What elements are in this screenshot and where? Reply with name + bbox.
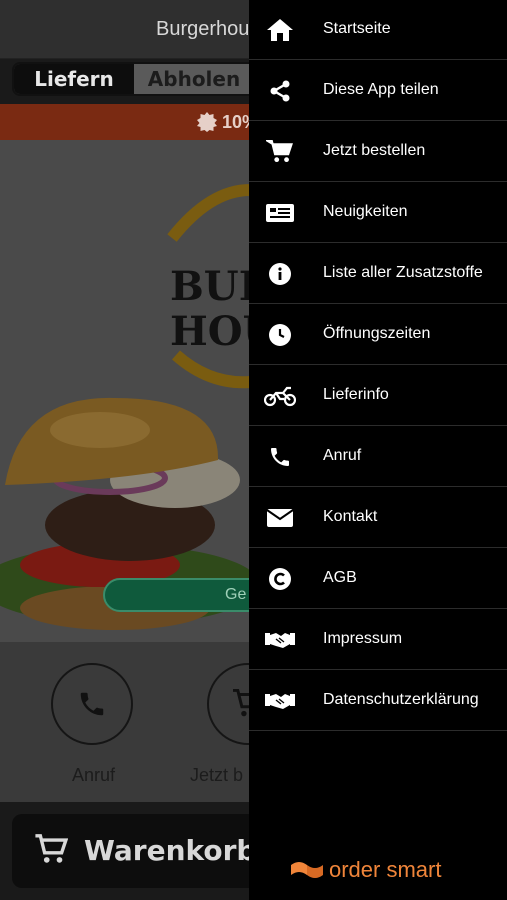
menu-item-label: Diese App teilen [323, 81, 439, 98]
menu-item-imprint[interactable]: Impressum [249, 610, 507, 670]
menu-item-terms[interactable]: AGB [249, 549, 507, 609]
menu-item-label: Lieferinfo [323, 386, 389, 403]
menu-item-delivery-info[interactable]: Lieferinfo [249, 366, 507, 426]
delivery-mode-toggle[interactable]: Liefern Abholen [12, 62, 262, 96]
side-drawer: Startseite Diese App teilen Jetzt bestel… [249, 0, 507, 900]
menu-item-contact[interactable]: Kontakt [249, 488, 507, 548]
menu-item-call[interactable]: Anruf [249, 427, 507, 487]
menu-item-label: Anruf [323, 447, 362, 464]
brand-text: order smart [329, 857, 442, 882]
call-quick-label: Anruf [72, 765, 116, 785]
menu-item-label: Liste aller Zusatzstoffe [323, 264, 483, 281]
phone-icon [263, 442, 297, 472]
menu-item-label: Datenschutzerklärung [323, 691, 479, 708]
menu-item-privacy[interactable]: Datenschutzerklärung [249, 671, 507, 731]
call-quick-button[interactable] [51, 663, 133, 745]
cart-label: Warenkorb [84, 834, 257, 867]
badge-icon [197, 112, 217, 132]
order-quick-label: Jetzt b [190, 765, 244, 785]
menu-item-label: AGB [323, 569, 357, 586]
menu-item-news[interactable]: Neuigkeiten [249, 183, 507, 243]
menu-item-startseite[interactable]: Startseite [249, 0, 507, 60]
deliver-tab[interactable]: Liefern [14, 64, 134, 94]
menu-item-label: Neuigkeiten [323, 203, 408, 220]
handshake-icon [263, 686, 297, 716]
cart-icon [263, 137, 297, 167]
copyright-icon [263, 564, 297, 594]
newspaper-icon [263, 198, 297, 228]
handshake-icon [263, 625, 297, 655]
menu-item-opening-hours[interactable]: Öffnungszeiten [249, 305, 507, 365]
order-smart-logo-icon [291, 862, 323, 878]
menu-item-label: Kontakt [323, 508, 378, 525]
menu-item-label: Jetzt bestellen [323, 142, 426, 159]
app-title: Burgerhous [156, 18, 260, 40]
menu-item-additives[interactable]: Liste aller Zusatzstoffe [249, 244, 507, 304]
menu-item-order[interactable]: Jetzt bestellen [249, 122, 507, 182]
menu-item-label: Impressum [323, 630, 403, 647]
menu-item-label: Öffnungszeiten [323, 325, 431, 342]
home-icon [263, 15, 297, 45]
share-icon [263, 76, 297, 106]
menu-item-label: Startseite [323, 20, 391, 37]
cart-icon [35, 834, 68, 863]
clock-icon [263, 320, 297, 350]
phone-icon [80, 692, 104, 716]
info-icon [263, 259, 297, 289]
pickup-tab[interactable]: Abholen [134, 64, 254, 94]
envelope-icon [263, 503, 297, 533]
motorcycle-icon [263, 381, 297, 411]
menu-item-share[interactable]: Diese App teilen [249, 61, 507, 121]
order-smart-brand: order smart [289, 856, 441, 884]
